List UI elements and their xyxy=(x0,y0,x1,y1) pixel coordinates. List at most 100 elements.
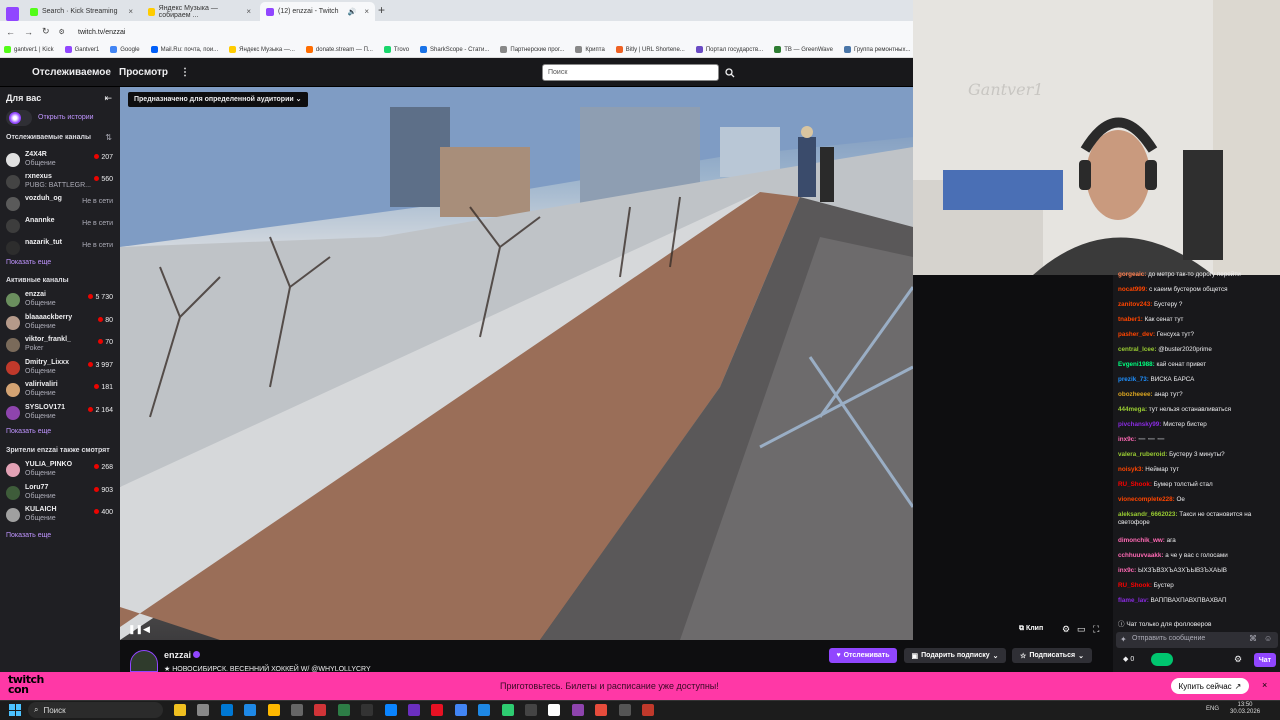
chat-username[interactable]: tnaber1: xyxy=(1118,316,1143,323)
bookmark-item[interactable]: donate.stream — П... xyxy=(305,46,373,53)
chat-username[interactable]: vionecomplete228: xyxy=(1118,496,1175,503)
buy-now-button[interactable]: Купить сейчас ↗ xyxy=(1171,678,1249,694)
sidebar-channel[interactable]: SYSLOV171 Общение 2 164 xyxy=(0,402,120,424)
commands-icon[interactable]: ⌘ xyxy=(1249,634,1257,643)
taskbar-app-icon[interactable] xyxy=(571,704,584,716)
taskbar-app-icon[interactable] xyxy=(408,704,420,716)
chat-username[interactable]: valera_ruberoid: xyxy=(1118,451,1167,458)
channel-points[interactable]: ◆ 0 xyxy=(1123,655,1134,663)
streamer-name[interactable]: enzzai xyxy=(164,650,191,660)
taskbar-app-icon[interactable] xyxy=(244,704,257,716)
chat-username[interactable]: zanitov243: xyxy=(1118,301,1152,308)
sidebar-channel[interactable]: blaaaackberry Общение 80 xyxy=(0,312,120,334)
taskbar-search[interactable]: ⌕ Поиск xyxy=(28,702,163,718)
smiley-icon[interactable]: ☺ xyxy=(1264,634,1272,643)
twitch-logo-icon[interactable] xyxy=(6,7,19,21)
stories-icon[interactable] xyxy=(6,110,32,126)
show-more-followed[interactable]: Показать еще xyxy=(6,259,51,266)
chat-username[interactable]: pivchansky99: xyxy=(1118,421,1161,428)
avatar[interactable] xyxy=(130,650,158,672)
sidebar-channel[interactable]: Loru77 Общение 903 xyxy=(0,482,120,504)
nav-browse[interactable]: Просмотр xyxy=(119,67,168,78)
taskbar-app-icon[interactable] xyxy=(478,704,491,716)
follow-button[interactable]: ♥ Отслеживать xyxy=(829,648,897,663)
browser-tab-kick[interactable]: Search · Kick Streaming × xyxy=(24,2,139,21)
taskbar-app-icon[interactable] xyxy=(548,704,561,716)
close-icon[interactable]: × xyxy=(246,7,251,16)
chat-username[interactable]: flame_lav: xyxy=(1118,597,1149,604)
forward-icon[interactable]: → xyxy=(24,27,33,37)
chat-username[interactable]: inx9c: xyxy=(1118,567,1136,574)
bits-button[interactable] xyxy=(1151,653,1173,666)
speaker-icon[interactable]: 🔊 xyxy=(348,8,357,16)
taskbar-app-icon[interactable] xyxy=(337,704,350,716)
bookmark-item[interactable]: Trovo xyxy=(383,46,409,53)
bookmark-item[interactable]: Mail.Ru: почта, пои... xyxy=(150,46,218,53)
taskbar-app-icon[interactable] xyxy=(642,704,654,716)
gift-sub-button[interactable]: ▣ Подарить подписку ⌄ xyxy=(904,648,1006,663)
emote-icon[interactable]: ✦ xyxy=(1120,635,1127,644)
taskbar-app-icon[interactable] xyxy=(220,704,233,716)
keyboard-language[interactable]: ENG xyxy=(1206,706,1219,712)
sidebar-channel[interactable]: valirivaliri Общение 181 xyxy=(0,379,120,401)
chat-send-button[interactable]: Чат xyxy=(1254,653,1276,667)
chat-username[interactable]: noisyk3: xyxy=(1118,466,1144,473)
taskbar-app-icon[interactable] xyxy=(595,704,608,716)
collapse-sidebar-icon[interactable]: ⇤ xyxy=(104,93,112,104)
back-icon[interactable]: ← xyxy=(6,27,15,37)
sidebar-channel[interactable]: Z4X4R Общение 207 xyxy=(0,149,120,171)
windows-start-icon[interactable] xyxy=(9,704,21,716)
taskbar-app-icon[interactable] xyxy=(501,704,514,716)
sidebar-channel[interactable]: viktor_frankl_ Poker 70 xyxy=(0,334,120,356)
taskbar-app-icon[interactable] xyxy=(174,704,186,716)
sort-icon[interactable]: ⇅ xyxy=(105,133,112,142)
chat-username[interactable]: cchhuuvvaakk: xyxy=(1118,552,1164,559)
chat-username[interactable]: aleksandr_6662023: xyxy=(1118,511,1178,518)
close-icon[interactable]: × xyxy=(364,7,369,16)
browser-tab-yandex[interactable]: Яндекс Музыка — собираем ... × xyxy=(142,2,257,21)
volume-icon[interactable]: ◀ xyxy=(143,624,150,635)
bookmark-item[interactable]: Bitly | URL Shortene... xyxy=(615,46,685,53)
settings-icon[interactable]: ⚙ xyxy=(1062,624,1070,635)
close-banner-icon[interactable]: × xyxy=(1262,680,1267,690)
reload-icon[interactable]: ↻ xyxy=(42,26,50,37)
chat-username[interactable]: central_lcee: xyxy=(1118,346,1157,353)
search-input[interactable]: Поиск xyxy=(542,64,719,81)
chat-username[interactable]: pasher_dev: xyxy=(1118,331,1155,338)
pause-icon[interactable]: ❚❚ xyxy=(128,624,143,635)
chat-username[interactable]: inx9c: xyxy=(1118,436,1136,443)
show-more-active[interactable]: Показать еще xyxy=(6,428,51,435)
open-stories-link[interactable]: Открыть истории xyxy=(38,114,94,121)
site-info-icon[interactable]: ⚙ xyxy=(59,28,65,36)
bookmark-item[interactable]: Google xyxy=(110,46,140,53)
chat-settings-icon[interactable]: ⚙ xyxy=(1234,654,1242,665)
search-icon[interactable] xyxy=(721,64,738,81)
sidebar-channel[interactable]: KULAICH Общение 400 xyxy=(0,504,120,526)
clock[interactable]: 13:50 30.03.2026 xyxy=(1230,702,1260,716)
sidebar-channel[interactable]: enzzai Общение 5 730 xyxy=(0,289,120,311)
bookmark-item[interactable]: Яндекс Музыка —... xyxy=(229,46,295,53)
chat-username[interactable]: prezik_73: xyxy=(1118,376,1149,383)
taskbar-app-icon[interactable] xyxy=(454,704,467,716)
taskbar-app-icon[interactable] xyxy=(525,704,537,716)
chat-username[interactable]: obozheeee: xyxy=(1118,391,1153,398)
more-menu-icon[interactable]: ⋮ xyxy=(180,67,190,78)
chat-username[interactable]: Evgeni1988: xyxy=(1118,361,1155,368)
taskbar-app-icon[interactable] xyxy=(384,704,397,716)
bookmark-item[interactable]: SharkScope - Стати... xyxy=(420,46,489,53)
sidebar-channel[interactable]: Anannke Не в сети xyxy=(0,215,120,237)
show-more-also[interactable]: Показать еще xyxy=(6,532,51,539)
taskbar-app-icon[interactable] xyxy=(197,704,210,716)
clip-button[interactable]: ⧉ Клип xyxy=(1019,625,1043,633)
taskbar-app-icon[interactable] xyxy=(314,704,327,716)
sidebar-channel[interactable]: vozduh_og Не в сети xyxy=(0,193,120,215)
nav-following[interactable]: Отслеживаемое xyxy=(32,67,111,78)
url-field[interactable]: twitch.tv/enzzai xyxy=(74,25,904,39)
chat-username[interactable]: nocat999: xyxy=(1118,286,1147,293)
video-player[interactable] xyxy=(120,87,913,640)
new-tab-button[interactable]: + xyxy=(378,3,385,17)
mature-audience-label[interactable]: Предназначено для определенной аудитории… xyxy=(128,92,308,107)
chat-username[interactable]: 444mega: xyxy=(1118,406,1147,413)
chat-username[interactable]: dimonchik_ww: xyxy=(1118,537,1165,544)
bookmark-item[interactable]: TB — GreenWave xyxy=(774,46,833,53)
